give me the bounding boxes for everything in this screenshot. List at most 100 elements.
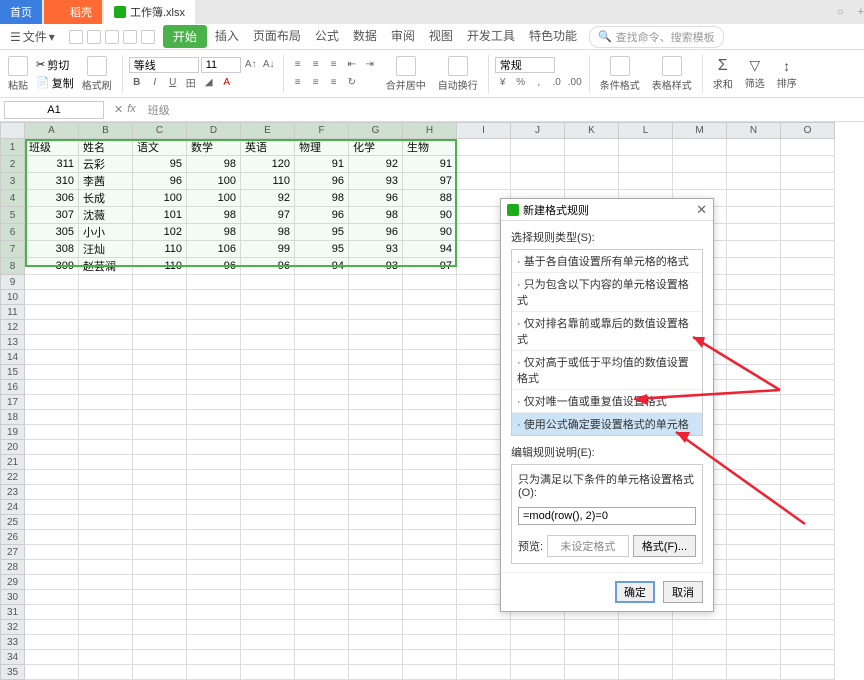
row-head-22[interactable]: 22: [1, 470, 25, 485]
cell-A25[interactable]: [25, 515, 79, 530]
align-top-icon[interactable]: ≡: [290, 57, 306, 73]
cell-M1[interactable]: [673, 139, 727, 156]
cell-A28[interactable]: [25, 560, 79, 575]
cell-D21[interactable]: [187, 455, 241, 470]
cell-A26[interactable]: [25, 530, 79, 545]
tab-dk[interactable]: 稻壳: [44, 0, 102, 24]
cell-D10[interactable]: [187, 290, 241, 305]
cell-D28[interactable]: [187, 560, 241, 575]
cell-D9[interactable]: [187, 275, 241, 290]
cell-F11[interactable]: [295, 305, 349, 320]
cell-G30[interactable]: [349, 590, 403, 605]
search-commands[interactable]: 🔍 查找命令、搜索模板: [589, 26, 724, 48]
cell-L32[interactable]: [619, 620, 673, 635]
cell-L1[interactable]: [619, 139, 673, 156]
qa-preview-icon[interactable]: [105, 30, 119, 44]
cell-H26[interactable]: [403, 530, 457, 545]
dec-decimal-icon[interactable]: .00: [567, 75, 583, 91]
cell-D31[interactable]: [187, 605, 241, 620]
col-head-C[interactable]: C: [133, 123, 187, 139]
cell-N22[interactable]: [727, 470, 781, 485]
cell-C33[interactable]: [133, 635, 187, 650]
sort-button[interactable]: ↕ 排序: [773, 58, 801, 90]
cell-C29[interactable]: [133, 575, 187, 590]
cell-F14[interactable]: [295, 350, 349, 365]
cell-H33[interactable]: [403, 635, 457, 650]
cell-A29[interactable]: [25, 575, 79, 590]
cell-C10[interactable]: [133, 290, 187, 305]
cell-B20[interactable]: [79, 440, 133, 455]
cell-E14[interactable]: [241, 350, 295, 365]
cell-B12[interactable]: [79, 320, 133, 335]
cell-A9[interactable]: [25, 275, 79, 290]
cell-D5[interactable]: 98: [187, 207, 241, 224]
cell-C30[interactable]: [133, 590, 187, 605]
cell-D6[interactable]: 98: [187, 224, 241, 241]
cell-N25[interactable]: [727, 515, 781, 530]
cell-C22[interactable]: [133, 470, 187, 485]
tab-home[interactable]: 首页: [0, 0, 42, 24]
cell-A10[interactable]: [25, 290, 79, 305]
cell-B21[interactable]: [79, 455, 133, 470]
cell-N16[interactable]: [727, 380, 781, 395]
cell-C2[interactable]: 95: [133, 156, 187, 173]
cell-F1[interactable]: 物理: [295, 139, 349, 156]
font-size-select[interactable]: [201, 57, 241, 73]
qa-save-icon[interactable]: [69, 30, 83, 44]
cell-F27[interactable]: [295, 545, 349, 560]
cell-N18[interactable]: [727, 410, 781, 425]
cell-O24[interactable]: [781, 500, 835, 515]
dialog-titlebar[interactable]: 新建格式规则 ✕: [501, 199, 713, 221]
cell-N4[interactable]: [727, 190, 781, 207]
cell-A31[interactable]: [25, 605, 79, 620]
cell-M35[interactable]: [673, 665, 727, 680]
cell-B29[interactable]: [79, 575, 133, 590]
cell-D19[interactable]: [187, 425, 241, 440]
tab-add[interactable]: +: [858, 6, 864, 18]
cell-G14[interactable]: [349, 350, 403, 365]
cell-E7[interactable]: 99: [241, 241, 295, 258]
cell-O31[interactable]: [781, 605, 835, 620]
cell-N28[interactable]: [727, 560, 781, 575]
cell-O3[interactable]: [781, 173, 835, 190]
row-head-29[interactable]: 29: [1, 575, 25, 590]
cell-G24[interactable]: [349, 500, 403, 515]
cell-E16[interactable]: [241, 380, 295, 395]
cell-I33[interactable]: [457, 635, 511, 650]
cond-format-button[interactable]: 条件格式: [596, 56, 644, 92]
cell-O12[interactable]: [781, 320, 835, 335]
cell-N7[interactable]: [727, 241, 781, 258]
cell-N26[interactable]: [727, 530, 781, 545]
cell-F2[interactable]: 91: [295, 156, 349, 173]
cell-D17[interactable]: [187, 395, 241, 410]
menu-item-4[interactable]: 数据: [347, 25, 383, 48]
cell-G15[interactable]: [349, 365, 403, 380]
cell-G23[interactable]: [349, 485, 403, 500]
cell-C34[interactable]: [133, 650, 187, 665]
cell-O4[interactable]: [781, 190, 835, 207]
cell-N31[interactable]: [727, 605, 781, 620]
cell-O8[interactable]: [781, 258, 835, 275]
cell-C26[interactable]: [133, 530, 187, 545]
cell-O33[interactable]: [781, 635, 835, 650]
cell-H18[interactable]: [403, 410, 457, 425]
cell-G5[interactable]: 98: [349, 207, 403, 224]
cell-A24[interactable]: [25, 500, 79, 515]
cell-H34[interactable]: [403, 650, 457, 665]
row-head-30[interactable]: 30: [1, 590, 25, 605]
cell-J34[interactable]: [511, 650, 565, 665]
cell-B13[interactable]: [79, 335, 133, 350]
cell-H32[interactable]: [403, 620, 457, 635]
cell-K3[interactable]: [565, 173, 619, 190]
col-head-B[interactable]: B: [79, 123, 133, 139]
cell-C16[interactable]: [133, 380, 187, 395]
cell-D4[interactable]: 100: [187, 190, 241, 207]
cell-F10[interactable]: [295, 290, 349, 305]
cell-D25[interactable]: [187, 515, 241, 530]
cell-F28[interactable]: [295, 560, 349, 575]
rule-formula-input[interactable]: [518, 507, 696, 525]
cell-M32[interactable]: [673, 620, 727, 635]
cell-B10[interactable]: [79, 290, 133, 305]
cell-B19[interactable]: [79, 425, 133, 440]
cell-J32[interactable]: [511, 620, 565, 635]
